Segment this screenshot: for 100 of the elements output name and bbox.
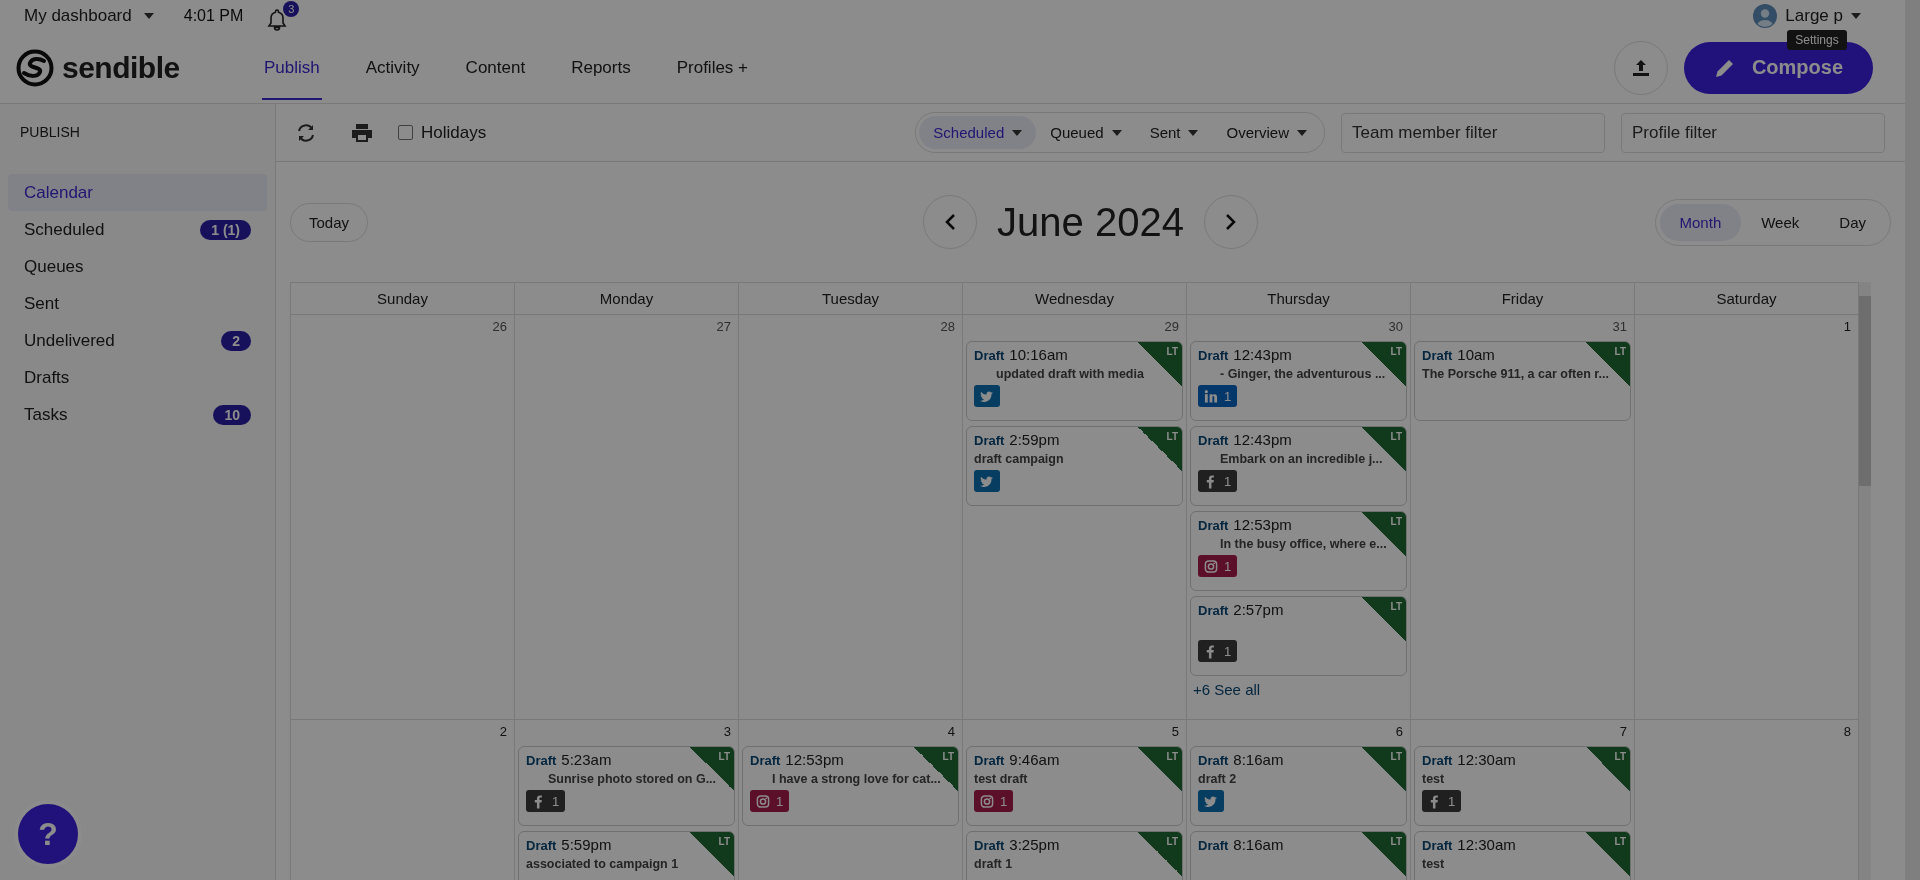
weekday-header: Wednesday bbox=[963, 283, 1187, 314]
post-card[interactable]: Draft 12:53pm I have a strong love for cat... 1 LT bbox=[742, 746, 959, 826]
refresh-icon bbox=[295, 121, 317, 144]
count-badge: 2 bbox=[221, 330, 251, 351]
weekday-header: Sunday bbox=[291, 283, 515, 314]
profile-filter-field[interactable]: Profile filter bbox=[1621, 112, 1885, 153]
date-number: 6 bbox=[1394, 724, 1404, 741]
network-chip: 1 bbox=[1422, 790, 1462, 812]
post-card[interactable]: Draft 8:16am draft 2 LT bbox=[1190, 746, 1407, 826]
post-preview: draft 2 bbox=[1198, 772, 1237, 786]
caret-icon bbox=[1012, 129, 1023, 136]
logo-icon bbox=[16, 48, 54, 87]
status-label: Draft bbox=[1422, 753, 1453, 768]
date-number: 30 bbox=[1387, 319, 1404, 336]
count-badge: 10 bbox=[213, 404, 251, 425]
post-card[interactable]: Draft 2:59pm draft campaign LT bbox=[966, 426, 1183, 506]
printer-icon bbox=[351, 122, 373, 143]
post-preview: draft 1 bbox=[974, 857, 1013, 871]
filter-dropdown[interactable]: Overview bbox=[1212, 116, 1321, 149]
weekday-header: Tuesday bbox=[739, 283, 963, 314]
sidebar-item[interactable]: Drafts bbox=[8, 359, 267, 396]
post-card[interactable]: Draft 9:46am test draft 1 LT bbox=[966, 746, 1183, 826]
post-card[interactable]: Draft 2:57pm 1 LT bbox=[1190, 596, 1407, 676]
post-card[interactable]: Draft 3:25pm draft 1 LT bbox=[966, 831, 1183, 880]
post-preview: updated draft with media bbox=[996, 367, 1144, 381]
view-tab[interactable]: Week bbox=[1741, 203, 1820, 241]
network-chip: 1 bbox=[1198, 470, 1238, 492]
post-card[interactable]: Draft 5:23am Sunrise photo stored on G... 1 LT bbox=[518, 746, 735, 826]
date-number: 7 bbox=[1618, 724, 1628, 741]
network-chip: 1 bbox=[974, 790, 1014, 812]
notification-badge: 3 bbox=[283, 1, 300, 17]
dashboard-dropdown[interactable]: My dashboard bbox=[24, 6, 154, 26]
holidays-checkbox[interactable] bbox=[398, 125, 413, 140]
network-chip: 1 bbox=[750, 790, 790, 812]
post-time: 3:25pm bbox=[1009, 836, 1060, 853]
post-card[interactable]: Draft 12:30am test 1 LT bbox=[1414, 746, 1631, 826]
date-number: 31 bbox=[1611, 319, 1628, 336]
post-card[interactable]: Draft 12:53pm In the busy office, where e... 1 LT bbox=[1190, 511, 1407, 591]
date-number: 28 bbox=[939, 319, 956, 336]
sidebar-item[interactable]: Calendar bbox=[8, 174, 267, 211]
post-preview: test bbox=[1422, 772, 1445, 786]
post-preview: Embark on an incredible j... bbox=[1220, 452, 1383, 466]
notifications-button[interactable]: 3 bbox=[267, 1, 302, 31]
filter-dropdown[interactable]: Scheduled bbox=[919, 116, 1037, 149]
status-label: Draft bbox=[974, 753, 1005, 768]
see-all-link[interactable]: +6 See all bbox=[1190, 681, 1407, 698]
camera-icon bbox=[980, 793, 994, 809]
nav-tab[interactable]: Content bbox=[463, 35, 528, 100]
status-label: Draft bbox=[1198, 838, 1229, 853]
clock-time: 4:01 PM bbox=[183, 7, 244, 25]
post-time: 12:53pm bbox=[1233, 516, 1292, 533]
post-time: 10:16am bbox=[1009, 346, 1068, 363]
post-time: 12:43pm bbox=[1233, 346, 1292, 363]
caret-icon bbox=[143, 13, 154, 19]
linkedin-icon bbox=[1204, 388, 1218, 404]
weekday-header: Thursday bbox=[1187, 283, 1411, 314]
post-card[interactable]: Draft 12:43pm - Ginger, the adventurous ... 1 LT bbox=[1190, 341, 1407, 421]
scrollbar[interactable] bbox=[1859, 282, 1871, 880]
post-card[interactable]: Draft 5:59pm associated to campaign 1 LT bbox=[518, 831, 735, 880]
post-card[interactable]: Draft 12:43pm Embark on an incredible j... 1 LT bbox=[1190, 426, 1407, 506]
date-number: 8 bbox=[1842, 724, 1852, 741]
nav-tab[interactable]: Reports bbox=[569, 35, 633, 100]
camera-icon bbox=[756, 793, 770, 809]
post-time: 9:46am bbox=[1009, 751, 1060, 768]
post-card[interactable]: Draft 12:30am test LT bbox=[1414, 831, 1631, 880]
nav-tab[interactable]: Profiles + bbox=[674, 35, 751, 100]
post-preview: draft campaign bbox=[974, 452, 1064, 466]
count-badge: 1 (1) bbox=[200, 219, 251, 240]
date-number: 1 bbox=[1842, 319, 1852, 336]
filter-dropdown[interactable]: Sent bbox=[1135, 116, 1213, 149]
status-label: Draft bbox=[1198, 518, 1229, 533]
date-number: 29 bbox=[1163, 319, 1180, 336]
sidebar-item[interactable]: Queues bbox=[8, 248, 267, 285]
date-number: 27 bbox=[715, 319, 732, 336]
status-label: Draft bbox=[1422, 348, 1453, 363]
status-label: Draft bbox=[974, 348, 1005, 363]
logo-text: sendible bbox=[62, 50, 180, 85]
filter-dropdown[interactable]: Queued bbox=[1036, 116, 1136, 149]
post-card[interactable]: Draft 8:16am LT bbox=[1190, 831, 1407, 880]
sidebar-item[interactable]: Tasks 10 bbox=[8, 396, 267, 433]
nav-tab[interactable]: Activity bbox=[363, 35, 422, 100]
view-tab[interactable]: Day bbox=[1819, 203, 1886, 241]
sidebar-item[interactable]: Sent bbox=[8, 285, 267, 322]
settings-tooltip: Settings bbox=[1787, 30, 1847, 50]
network-chip: 1 bbox=[526, 790, 566, 812]
bell-icon bbox=[267, 9, 288, 31]
sidebar-item[interactable]: Undelivered 2 bbox=[8, 322, 267, 359]
sidebar-item[interactable]: Scheduled 1 (1) bbox=[8, 211, 267, 248]
post-card[interactable]: Draft 10:16am updated draft with media LT bbox=[966, 341, 1183, 421]
nav-tab[interactable]: Publish bbox=[262, 35, 322, 100]
status-label: Draft bbox=[1198, 603, 1229, 618]
team-filter-field[interactable]: Team member filter bbox=[1341, 112, 1605, 153]
weekday-header: Friday bbox=[1411, 283, 1635, 314]
view-tab[interactable]: Month bbox=[1659, 203, 1742, 241]
post-card[interactable]: Draft 10am The Porsche 911, a car often r... LT bbox=[1414, 341, 1631, 421]
post-time: 12:30am bbox=[1457, 751, 1516, 768]
network-chip: 1 bbox=[1198, 640, 1238, 662]
status-label: Draft bbox=[1198, 348, 1229, 363]
post-preview: associated to campaign 1 bbox=[526, 857, 679, 871]
avatar-icon bbox=[1753, 4, 1778, 28]
